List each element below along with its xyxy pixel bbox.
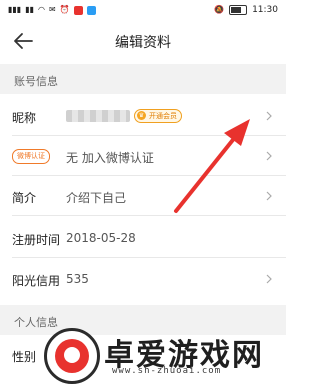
app-notification-icon [73, 5, 83, 15]
watermark-logo-swirl [64, 347, 80, 363]
signal-icon-2: ▮▮ [25, 5, 35, 14]
watermark-logo [44, 328, 100, 384]
chevron-right-icon [266, 111, 272, 121]
vip-badge[interactable]: ♛ 开通会员 [134, 109, 182, 123]
vip-badge-label: 开通会员 [149, 112, 177, 120]
sunshine-credit-value: 535 [66, 272, 89, 286]
register-time-value: 2018-05-28 [66, 231, 136, 245]
wifi-icon: ◠ [38, 5, 46, 14]
row-divider [12, 257, 286, 258]
section-personal-title: 个人信息 [14, 316, 58, 329]
sunshine-credit-label: 阳光信用 [12, 274, 61, 288]
page-title: 编辑资料 [115, 35, 171, 51]
watermark-logo-inner [55, 339, 89, 373]
section-account-header: 账号信息 [0, 64, 286, 94]
battery-icon [229, 5, 248, 15]
register-time-label: 注册时间 [12, 233, 61, 247]
nickname-value-blurred [66, 110, 130, 122]
alarm-icon: ⏰ [59, 5, 70, 14]
notification-icon: ✉ [49, 5, 56, 14]
row-weibo-verify[interactable]: 微博认证 无 加入微博认证 [0, 136, 286, 176]
watermark-url: www.sh-zhuoai.com [112, 366, 222, 376]
silent-icon: 🔕 [214, 5, 225, 14]
nickname-label: 昵称 [12, 111, 37, 125]
status-icons-left: ▮▮▮ ▮▮ ◠ ✉ ⏰ [8, 5, 96, 15]
row-sunshine-credit[interactable]: 阳光信用 535 [0, 259, 286, 299]
chevron-right-icon [266, 274, 272, 284]
gender-label: 性别 [12, 350, 37, 364]
section-account-title: 账号信息 [14, 75, 58, 88]
chevron-right-icon [266, 191, 272, 201]
intro-label: 简介 [12, 191, 37, 205]
weibo-verify-value: 无 加入微博认证 [66, 151, 154, 165]
app-header: 编辑资料 [0, 22, 286, 60]
weibo-verify-tag: 微博认证 [12, 149, 50, 164]
status-icons-right: 🔕 11:30 [214, 5, 278, 15]
row-intro[interactable]: 简介 介绍下自己 [0, 176, 286, 216]
row-register-time: 注册时间 2018-05-28 [0, 218, 286, 258]
app-notification-icon-2 [86, 5, 96, 15]
status-time: 11:30 [252, 5, 278, 15]
intro-value: 介绍下自己 [66, 191, 127, 205]
chevron-right-icon [266, 151, 272, 161]
signal-icon: ▮▮▮ [8, 5, 22, 14]
row-nickname[interactable]: 昵称 ♛ 开通会员 [0, 96, 286, 136]
crown-icon: ♛ [137, 111, 146, 120]
row-divider [12, 215, 286, 216]
status-bar: ▮▮▮ ▮▮ ◠ ✉ ⏰ 🔕 11:30 [0, 0, 286, 22]
